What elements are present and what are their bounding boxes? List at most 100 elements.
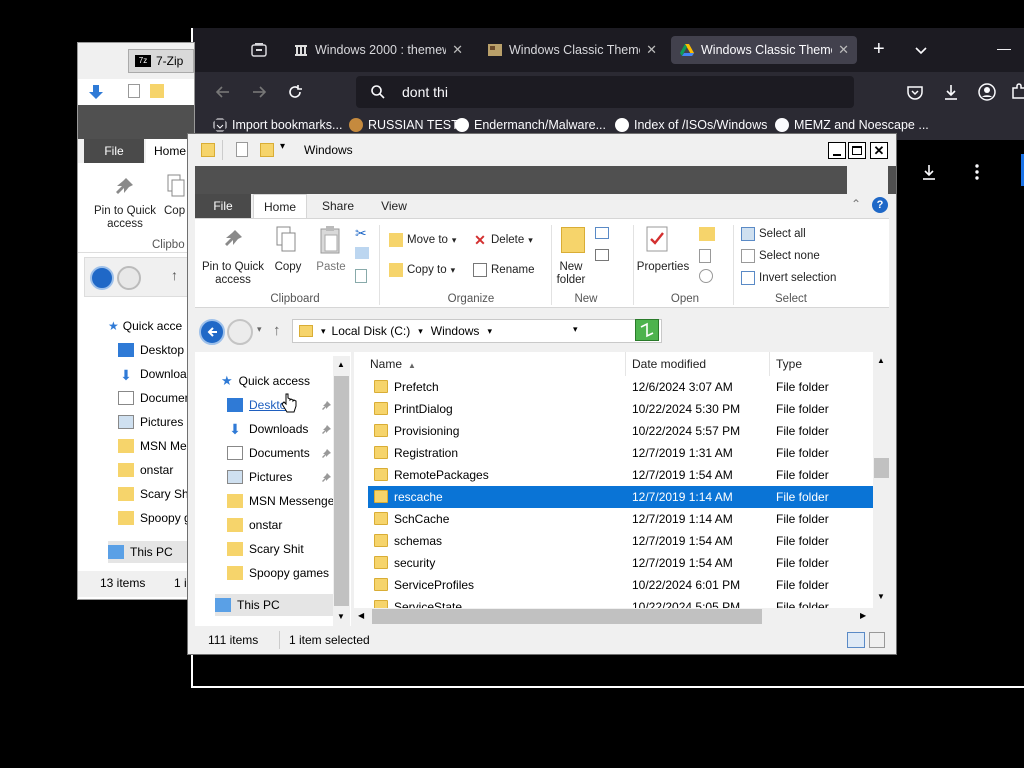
forward-button[interactable] (227, 319, 253, 345)
table-row[interactable]: ServiceProfiles 10/22/2024 6:01 PM File fo… (368, 574, 874, 596)
browser-tab-1[interactable]: Windows 2000 : themewo ✕ (285, 36, 471, 64)
bookmark-endermanch[interactable]: Endermanch/Malware... (455, 118, 606, 132)
scroll-left-icon[interactable]: ◀ (358, 611, 364, 620)
pin-icon[interactable] (321, 449, 331, 459)
back-nav-msn[interactable]: MSN Me (118, 435, 194, 457)
chevron-down-icon[interactable] (911, 40, 931, 60)
scroll-down-icon[interactable]: ▼ (337, 612, 345, 621)
back-nav-spoopy[interactable]: Spoopy g (118, 507, 194, 529)
open-icon[interactable] (699, 227, 715, 241)
large-icons-view-icon[interactable] (869, 632, 885, 648)
new-item-icon[interactable] (595, 227, 609, 239)
table-row[interactable]: Registration 12/7/2019 1:31 AM File folder (368, 442, 874, 464)
delete-button[interactable]: ✕ Delete ▾ (473, 233, 533, 247)
recent-locations-icon[interactable]: ▾ (257, 324, 262, 335)
address-box[interactable]: ▾ Local Disk (C:) ▾ Windows ▾ ▾ (292, 319, 662, 343)
download-icon[interactable] (919, 162, 939, 182)
url-input-value[interactable]: dont thi (402, 84, 448, 100)
invert-selection-button[interactable]: Invert selection (741, 271, 836, 285)
browser-tab-2[interactable]: Windows Classic Themes ✕ (479, 36, 665, 64)
pocket-icon[interactable] (905, 82, 925, 102)
table-row[interactable]: RemotePackages 12/7/2019 1:54 AM File fold… (368, 464, 874, 486)
pin-icon[interactable] (321, 425, 331, 435)
back-nav-onstar[interactable]: onstar (118, 459, 194, 481)
copy-path-icon[interactable] (355, 247, 369, 259)
copy-button[interactable]: Copy (273, 261, 303, 274)
chevron-down-icon[interactable]: ▾ (418, 326, 423, 337)
column-name[interactable]: Name ▲ (364, 352, 626, 376)
minimize-button[interactable] (828, 142, 846, 159)
forward-nav-icon[interactable] (117, 266, 141, 290)
forward-arrow-icon[interactable] (249, 82, 269, 102)
scroll-right-icon[interactable]: ▶ (860, 611, 866, 620)
collapse-ribbon-icon[interactable]: ⌃ (851, 197, 861, 211)
table-row[interactable]: Prefetch 12/6/2024 3:07 AM File folder (368, 376, 874, 398)
table-row[interactable]: SchCache 12/7/2019 1:14 AM File folder (368, 508, 874, 530)
history-icon[interactable] (699, 269, 713, 283)
scroll-thumb[interactable] (372, 609, 762, 624)
browser-tab-3-active[interactable]: Windows Classic Themes ✕ (671, 36, 857, 64)
scroll-thumb[interactable] (334, 376, 349, 606)
copy-to-button[interactable]: Copy to ▾ (389, 263, 455, 277)
scroll-up-icon[interactable]: ▲ (877, 356, 885, 365)
tab-view[interactable]: View (369, 194, 419, 218)
table-row[interactable]: schemas 12/7/2019 1:54 AM File folder (368, 530, 874, 552)
tab-overview-icon[interactable] (249, 40, 269, 60)
edit-icon[interactable] (699, 249, 711, 263)
back-pin-button[interactable]: Pin to Quick access (90, 205, 160, 231)
table-row[interactable]: security 12/7/2019 1:54 AM File folder (368, 552, 874, 574)
bookmark-russian-test[interactable]: RUSSIAN TEST (349, 118, 459, 132)
chevron-down-icon[interactable]: ▾ (321, 326, 326, 337)
table-row[interactable]: PrintDialog 10/22/2024 5:30 PM File folder (368, 398, 874, 420)
table-row[interactable]: ServiceState 10/22/2024 5:05 PM File folde… (368, 596, 874, 608)
help-icon[interactable]: ? (872, 197, 888, 213)
account-icon[interactable] (977, 82, 997, 102)
easy-access-icon[interactable] (595, 249, 609, 261)
down-arrow-icon[interactable] (88, 84, 104, 100)
column-date-modified[interactable]: Date modified (626, 352, 770, 376)
quick-access-dropdown-icon[interactable]: ▾ (280, 141, 285, 152)
bookmark-index-isos[interactable]: Index of /ISOs/Windows (615, 118, 767, 132)
back-nav-pictures[interactable]: Pictures (118, 411, 194, 433)
new-tab-button[interactable]: + (873, 38, 885, 61)
address-segment-disk[interactable]: Local Disk (C:) (332, 324, 411, 338)
navigation-scrollbar[interactable]: ▲ ▼ (333, 356, 350, 626)
close-icon[interactable]: ✕ (452, 42, 463, 58)
back-nav-documents[interactable]: Documen (118, 387, 194, 409)
url-bar[interactable]: dont thi (356, 76, 854, 108)
maximize-button[interactable] (848, 142, 866, 159)
extensions-icon[interactable] (1009, 82, 1024, 102)
nav-this-pc[interactable]: This PC (215, 594, 333, 616)
table-row[interactable]: Provisioning 10/22/2024 5:57 PM File folde… (368, 420, 874, 442)
back-nav-quick-access[interactable]: ★ Quick acce (108, 315, 194, 337)
folder-icon[interactable] (150, 84, 164, 98)
pin-to-quick-access-button[interactable]: Pin to Quick access (197, 261, 269, 287)
column-type[interactable]: Type (770, 352, 874, 376)
refresh-button[interactable] (635, 319, 659, 341)
close-icon[interactable]: ✕ (646, 42, 657, 58)
tab-home[interactable]: Home (253, 194, 307, 218)
paste-button[interactable]: Paste (315, 261, 347, 274)
select-none-button[interactable]: Select none (741, 249, 820, 263)
address-segment-windows[interactable]: Windows (431, 324, 480, 338)
properties-button[interactable]: Properties (635, 261, 691, 274)
pin-icon[interactable] (321, 473, 331, 483)
file-horizontal-scrollbar[interactable]: ◀ ▶ (354, 608, 890, 626)
minimize-button[interactable]: — (997, 40, 1011, 56)
back-nav-scary[interactable]: Scary Shi (118, 483, 194, 505)
address-history-dropdown[interactable]: ▾ (573, 324, 578, 335)
bookmark-import[interactable]: Import bookmarks... (213, 118, 342, 132)
properties-icon[interactable] (236, 142, 248, 157)
chevron-down-icon[interactable]: ▾ (487, 326, 492, 337)
file-vertical-scrollbar[interactable]: ▲ ▼ (873, 352, 890, 608)
reload-icon[interactable] (285, 82, 305, 102)
back-button[interactable] (199, 319, 225, 345)
bookmark-memz[interactable]: MEMZ and Noescape ... (775, 118, 929, 132)
new-folder-button[interactable]: New folder (551, 261, 591, 287)
move-to-button[interactable]: Move to ▾ (389, 233, 456, 247)
download-icon[interactable] (941, 82, 961, 102)
close-icon[interactable]: ✕ (838, 42, 849, 58)
back-file-tab[interactable]: File (84, 139, 144, 163)
up-arrow-icon[interactable]: ↑ (273, 322, 281, 339)
back-nav-this-pc[interactable]: This PC (108, 541, 194, 563)
